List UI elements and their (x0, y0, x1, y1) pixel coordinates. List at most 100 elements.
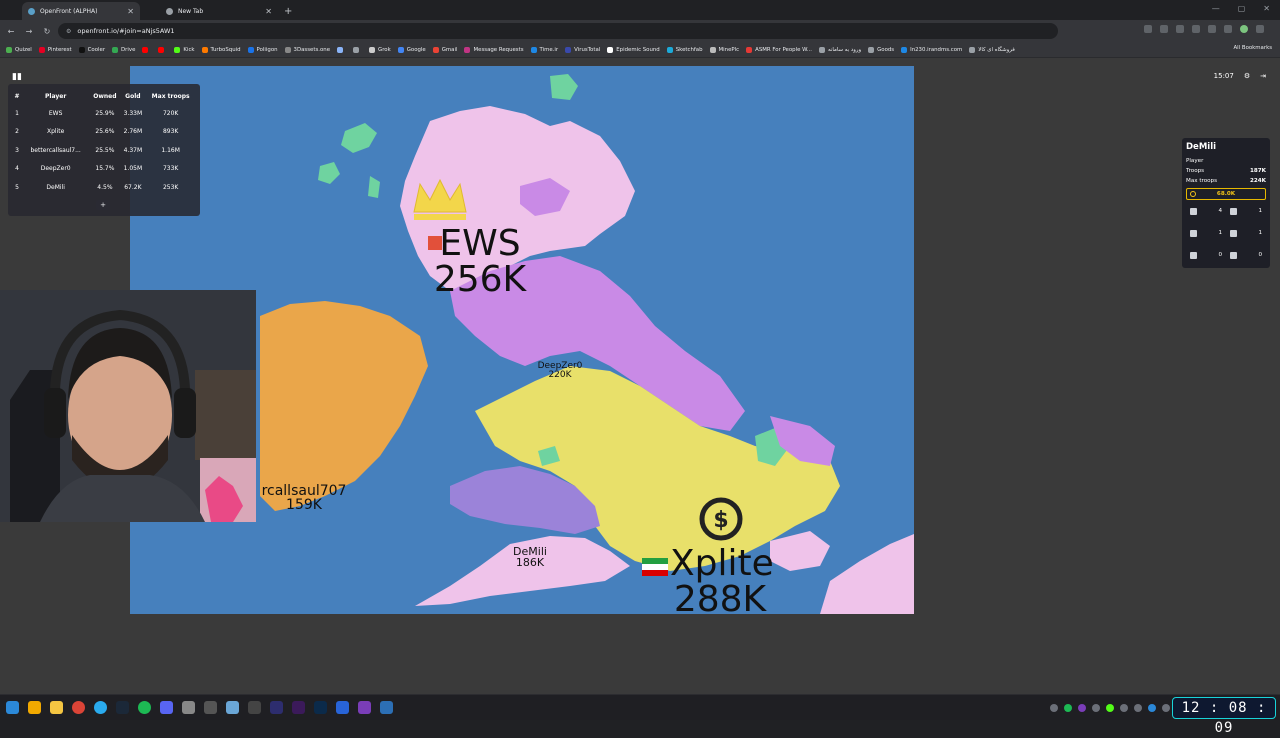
header-player[interactable]: Player (22, 88, 89, 104)
bookmark-item[interactable]: Poliigon (247, 46, 278, 53)
map-label-demili[interactable]: DeMili 186K (500, 546, 560, 568)
header-rank[interactable]: # (12, 88, 22, 104)
extension-icon[interactable] (1160, 25, 1168, 33)
table-row[interactable]: 1 EWS 25.9% 3.33M 720K (12, 104, 196, 123)
bookmark-item[interactable] (142, 46, 151, 53)
bookmark-item[interactable]: Quizel (6, 46, 32, 53)
file-explorer-icon[interactable] (50, 701, 63, 714)
telegram-icon[interactable] (94, 701, 107, 714)
tray-icon[interactable] (1092, 704, 1100, 712)
photoshop-icon[interactable] (314, 701, 327, 714)
close-icon[interactable]: ✕ (265, 7, 272, 16)
close-icon[interactable]: ✕ (127, 7, 134, 16)
bookmark-item[interactable]: VirusTotal (565, 46, 600, 53)
bookmark-item[interactable]: Grok (369, 46, 391, 53)
tab-new-tab[interactable]: New Tab ✕ (160, 2, 278, 20)
bookmark-item[interactable]: 3Dassets.one (284, 46, 330, 53)
bookmark-item[interactable]: ASMR For People W... (746, 46, 812, 53)
reload-icon[interactable]: ↻ (40, 27, 54, 36)
app-icon[interactable] (336, 701, 349, 714)
defense-count[interactable]: 0 (1186, 250, 1226, 260)
table-row[interactable]: 2 Xplite 25.6% 2.76M 893K (12, 123, 196, 142)
missile-count[interactable]: 1 (1226, 228, 1266, 238)
minimize-icon[interactable]: — (1212, 4, 1220, 13)
extension-icon[interactable] (1144, 25, 1152, 33)
table-row[interactable]: 5 DeMili 4.5% 67.2K 253K (12, 178, 196, 197)
spotify-icon[interactable] (138, 701, 151, 714)
map-label-saul[interactable]: rcallsaul707 159K (254, 484, 354, 512)
bookmark-item[interactable]: Goods (868, 46, 894, 53)
profile-avatar-icon[interactable] (1240, 25, 1248, 33)
app-icon[interactable] (226, 701, 239, 714)
bookmark-item[interactable]: Message Requests (464, 46, 524, 53)
app-icon[interactable] (248, 701, 261, 714)
tray-icon[interactable] (1050, 704, 1058, 712)
show-more-button[interactable]: + (96, 200, 110, 210)
bookmark-item[interactable]: In230.irandms.com (901, 46, 962, 53)
sam-count[interactable]: 0 (1226, 250, 1266, 260)
bookmark-item[interactable]: Cooler (78, 46, 105, 53)
factory-count[interactable]: 1 (1226, 206, 1266, 216)
header-gold[interactable]: Gold (120, 88, 145, 104)
bookmark-item[interactable] (337, 46, 346, 53)
table-row[interactable]: 4 DeepZer0 15.7% 1.05M 733K (12, 160, 196, 179)
tray-icon[interactable] (1162, 704, 1170, 712)
bookmark-item[interactable]: Google (397, 46, 426, 53)
header-owned[interactable]: Owned (89, 88, 120, 104)
close-window-icon[interactable]: ✕ (1263, 4, 1270, 13)
windows-start-icon[interactable] (6, 701, 19, 714)
map-label-ews[interactable]: EWS 256K (430, 226, 530, 298)
app-icon[interactable] (204, 701, 217, 714)
tray-icon[interactable] (1134, 704, 1142, 712)
steam-icon[interactable] (116, 701, 129, 714)
obs-icon[interactable] (182, 701, 195, 714)
bookmark-item[interactable]: Gmail (432, 46, 457, 53)
after-effects-icon[interactable] (270, 701, 283, 714)
tray-icon[interactable] (1106, 704, 1114, 712)
header-max-troops[interactable]: Max troops (145, 88, 196, 104)
bookmark-item[interactable] (158, 46, 167, 53)
address-bar[interactable]: ⚙ openfront.io/#join=aNjs5AW1 (58, 23, 1058, 39)
bookmark-item[interactable]: Time.ir (530, 46, 558, 53)
map-label-deepzer0[interactable]: DeepZer0 220K (525, 362, 595, 380)
tab-openfront[interactable]: OpenFront (ALPHA) ✕ (22, 2, 140, 20)
extension-icon[interactable] (1224, 25, 1232, 33)
forward-icon[interactable]: → (22, 27, 36, 36)
bookmark-item[interactable]: فروشگاه ای کالا (969, 46, 1015, 53)
app-icon[interactable] (380, 701, 393, 714)
port-count[interactable]: 1 (1186, 228, 1226, 238)
extension-icon[interactable] (1192, 25, 1200, 33)
bookmark-item[interactable] (353, 46, 362, 53)
search-icon[interactable] (28, 701, 41, 714)
bookmark-item[interactable]: Epidemic Sound (607, 46, 660, 53)
tray-icon[interactable] (1064, 704, 1072, 712)
table-row[interactable]: 3 bettercallsaul7... 25.5% 4.37M 1.16M (12, 141, 196, 160)
map-label-xplite[interactable]: Xplite 288K (670, 546, 774, 615)
chrome-icon[interactable] (72, 701, 85, 714)
premiere-icon[interactable] (292, 701, 305, 714)
leaderboard-toggle-icon[interactable]: ▮▮ (12, 72, 22, 82)
all-bookmarks-button[interactable]: All Bookmarks (1227, 45, 1272, 51)
extension-icon[interactable] (1208, 25, 1216, 33)
bookmark-item[interactable]: ورود به سامانه (818, 46, 861, 53)
bookmark-item[interactable]: TurboSquid (201, 46, 241, 53)
new-tab-button[interactable]: + (284, 6, 292, 17)
tray-icon[interactable] (1148, 704, 1156, 712)
gear-icon[interactable]: ⚙ (1244, 72, 1250, 80)
extension-icon[interactable] (1176, 25, 1184, 33)
bookmark-item[interactable]: Drive (112, 46, 135, 53)
bookmark-item[interactable]: MinePlc (709, 46, 739, 53)
menu-icon[interactable] (1256, 25, 1264, 33)
discord-icon[interactable] (160, 701, 173, 714)
bookmark-item[interactable]: Sketchfab (666, 46, 703, 53)
tray-icon[interactable] (1120, 704, 1128, 712)
back-icon[interactable]: ← (4, 27, 18, 36)
bookmark-item[interactable]: Pinterest (38, 46, 72, 53)
maximize-icon[interactable]: ▢ (1238, 4, 1246, 13)
site-info-icon[interactable]: ⚙ (66, 28, 71, 35)
city-count[interactable]: 4 (1186, 206, 1226, 216)
exit-icon[interactable]: ⇥ (1260, 72, 1266, 80)
bookmark-item[interactable]: Kick (174, 46, 195, 53)
app-icon[interactable] (358, 701, 371, 714)
tray-icon[interactable] (1078, 704, 1086, 712)
